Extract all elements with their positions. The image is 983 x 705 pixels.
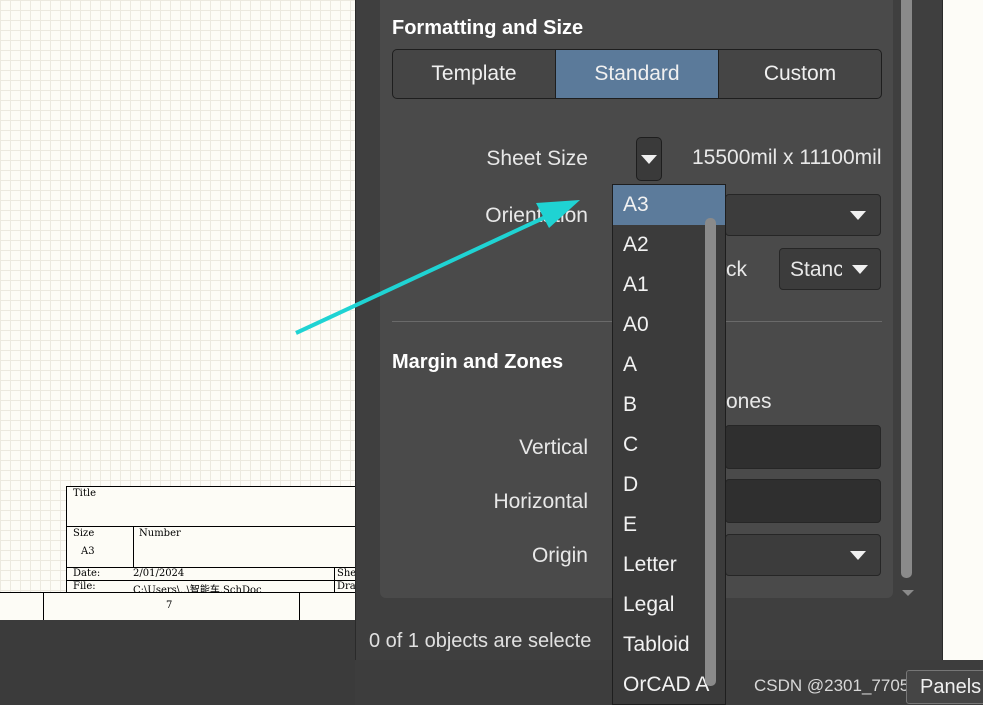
chevron-down-icon: [852, 265, 868, 274]
number-label: Number: [139, 528, 181, 539]
sheet-label: She: [337, 568, 357, 579]
zones-label: ones: [726, 390, 772, 413]
date-value: 2/01/2024: [133, 568, 185, 579]
title-block-label: ck: [726, 258, 747, 281]
tab-standard[interactable]: Standard: [556, 50, 719, 98]
sheet-size-dropdown-list[interactable]: A3 A2 A1 A0 A B C D E Letter Legal Tablo…: [612, 184, 726, 705]
origin-label: Origin: [531, 544, 588, 567]
format-mode-tabs: Template Standard Custom: [392, 49, 882, 99]
margin-section-title: Margin and Zones: [392, 351, 564, 373]
chevron-down-icon: [641, 155, 657, 164]
scroll-down-icon[interactable]: [902, 590, 914, 596]
chevron-down-icon: [850, 211, 866, 220]
sheet-size-value: 15500mil x 11100mil: [692, 146, 882, 169]
vertical-label: Vertical: [519, 436, 588, 459]
formatting-section-title: Formatting and Size: [392, 17, 584, 39]
size-value: A3: [81, 546, 95, 557]
title-block: Title Size A3 Number Date: 2/01/2024 Fil…: [66, 486, 357, 596]
selection-status: 0 of 1 objects are selecte: [369, 630, 592, 652]
zone-strip: 7: [0, 592, 355, 621]
panels-button[interactable]: Panels: [906, 670, 983, 704]
title-label: Title: [73, 488, 97, 499]
origin-select[interactable]: [725, 534, 881, 576]
horizontal-field[interactable]: [725, 479, 881, 523]
dropdown-scrollbar[interactable]: [705, 218, 716, 686]
schematic-canvas[interactable]: Title Size A3 Number Date: 2/01/2024 Fil…: [0, 0, 357, 621]
date-label: Date:: [73, 568, 101, 579]
sheet-size-dropdown-button[interactable]: [636, 137, 662, 181]
horizontal-label: Horizontal: [493, 490, 588, 513]
panel-scrollbar[interactable]: [901, 0, 912, 578]
orientation-label: Orientation: [485, 204, 588, 227]
zone-number: 7: [166, 600, 173, 611]
title-block-select[interactable]: Stanc: [779, 248, 881, 290]
chevron-down-icon: [850, 551, 866, 560]
tab-custom[interactable]: Custom: [719, 50, 881, 98]
drawn-label: Dra: [337, 581, 356, 592]
orientation-select[interactable]: [725, 194, 881, 236]
file-label: File:: [73, 581, 96, 592]
tab-template[interactable]: Template: [393, 50, 556, 98]
sheet-size-label: Sheet Size: [486, 147, 588, 170]
size-label: Size: [73, 528, 95, 539]
vertical-field[interactable]: [725, 425, 881, 469]
title-block-value: Stanc: [790, 258, 842, 281]
bottom-bar: [0, 620, 355, 705]
